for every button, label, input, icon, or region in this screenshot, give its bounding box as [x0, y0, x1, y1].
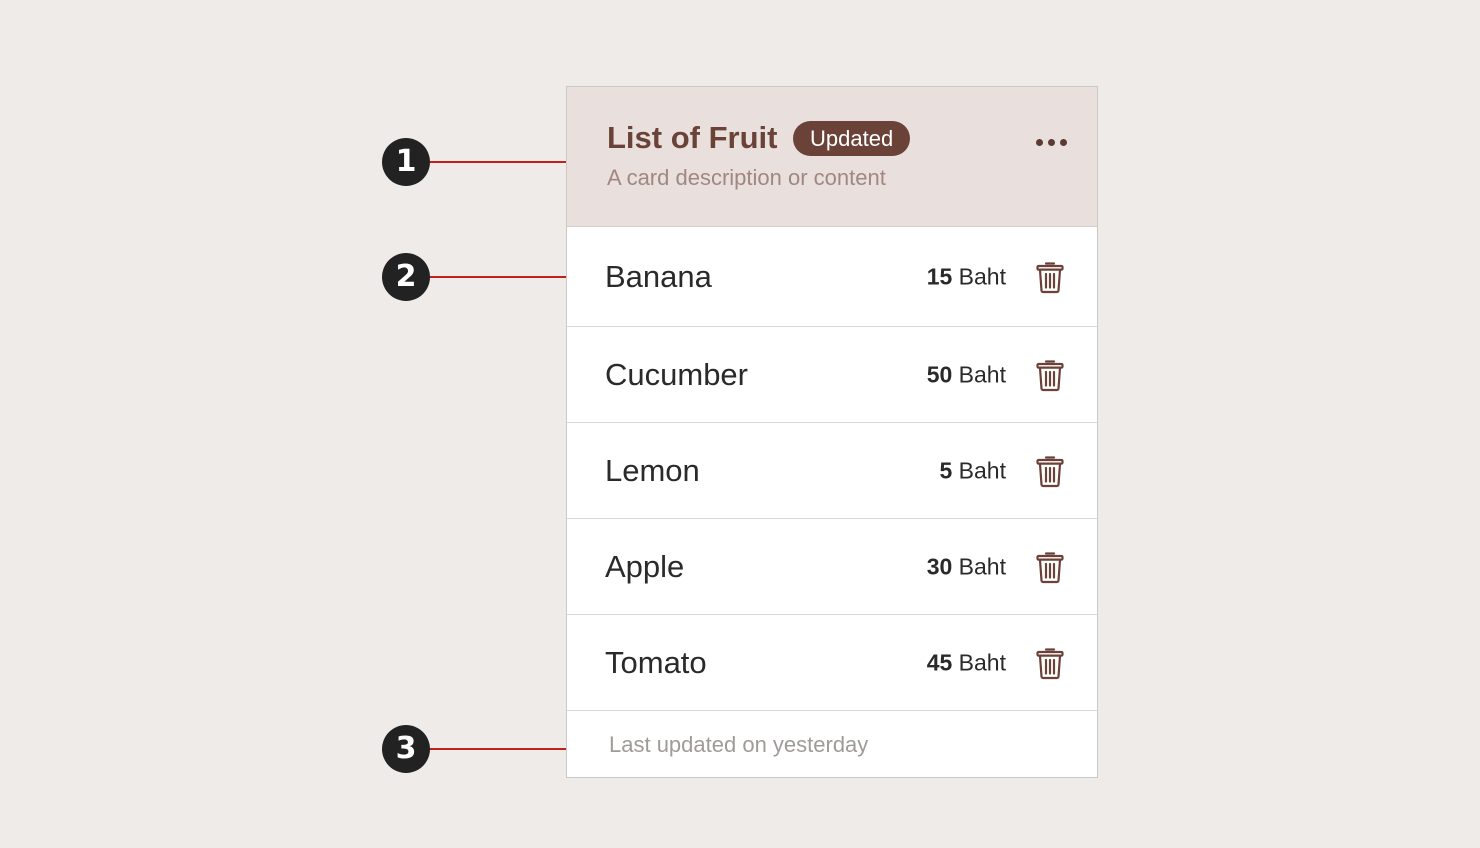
trash-icon: [1036, 455, 1064, 487]
price-unit: Baht: [958, 457, 1006, 483]
callout-3: 3: [382, 725, 567, 773]
callout-1: 1: [382, 138, 567, 186]
item-name: Tomato: [605, 644, 707, 680]
trash-icon: [1036, 647, 1064, 679]
callout-line-1: [430, 161, 567, 163]
fruit-list-card: List of Fruit Updated A card description…: [566, 86, 1098, 778]
delete-item-button[interactable]: [1033, 259, 1067, 295]
list-item: Lemon 5 Baht: [567, 423, 1097, 519]
item-name: Cucumber: [605, 356, 748, 392]
price-unit: Baht: [958, 361, 1006, 387]
callout-marker-2: 2: [382, 253, 430, 301]
price-amount: 30: [926, 553, 953, 579]
item-name: Banana: [605, 258, 712, 294]
price-unit: Baht: [958, 263, 1006, 289]
item-price: 50 Baht: [927, 361, 1006, 388]
more-options-button[interactable]: [1029, 127, 1073, 157]
more-horizontal-icon: [1047, 138, 1055, 146]
item-name: Lemon: [605, 452, 700, 488]
item-price: 45 Baht: [927, 649, 1006, 676]
callout-marker-3: 3: [382, 725, 430, 773]
callout-line-2: [430, 276, 567, 278]
price-unit: Baht: [958, 553, 1006, 579]
card-header: List of Fruit Updated A card description…: [567, 87, 1097, 227]
list-item: Banana 15 Baht: [567, 227, 1097, 327]
trash-icon: [1036, 551, 1064, 583]
item-price: 5 Baht: [939, 457, 1006, 484]
price-unit: Baht: [958, 649, 1006, 675]
card-description: A card description or content: [607, 165, 886, 190]
fruit-list: Banana 15 Baht Cucumber 50 Baht Lemon 5 …: [567, 227, 1097, 711]
price-amount: 5: [939, 457, 953, 483]
item-price: 15 Baht: [927, 263, 1006, 290]
list-item: Apple 30 Baht: [567, 519, 1097, 615]
delete-item-button[interactable]: [1033, 453, 1067, 489]
trash-icon: [1036, 359, 1064, 391]
callout-line-3: [430, 748, 567, 750]
list-item: Cucumber 50 Baht: [567, 327, 1097, 423]
list-item: Tomato 45 Baht: [567, 615, 1097, 711]
delete-item-button[interactable]: [1033, 357, 1067, 393]
status-badge: Updated: [793, 121, 911, 156]
card-title: List of Fruit: [607, 120, 778, 155]
delete-item-button[interactable]: [1033, 645, 1067, 681]
more-horizontal-icon: [1035, 138, 1043, 146]
price-amount: 45: [926, 649, 953, 675]
item-price: 30 Baht: [927, 553, 1006, 580]
price-amount: 50: [926, 361, 953, 387]
callout-2: 2: [382, 253, 567, 301]
delete-item-button[interactable]: [1033, 549, 1067, 585]
callout-marker-1: 1: [382, 138, 430, 186]
footer-text: Last updated on yesterday: [609, 732, 869, 757]
item-name: Apple: [605, 548, 685, 584]
more-horizontal-icon: [1059, 138, 1067, 146]
trash-icon: [1036, 261, 1064, 293]
card-footer: Last updated on yesterday: [567, 714, 1097, 777]
price-amount: 15: [926, 263, 953, 289]
